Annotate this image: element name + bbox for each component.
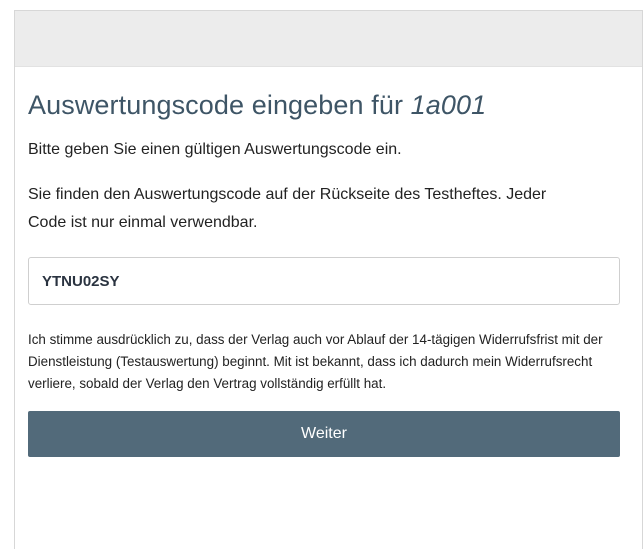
evaluation-code-input[interactable]: [28, 257, 620, 305]
consent-text: Ich stimme ausdrücklich zu, dass der Ver…: [28, 332, 603, 391]
hint-text: Sie finden den Auswertungscode auf der R…: [28, 186, 547, 231]
continue-button[interactable]: Weiter: [28, 411, 620, 457]
page-title: Auswertungscode eingeben für 1a001: [28, 87, 629, 123]
test-id: 1a001: [410, 90, 487, 120]
page-title-prefix: Auswertungscode eingeben für: [28, 90, 404, 120]
card-body: Auswertungscode eingeben für 1a001 Bitte…: [15, 67, 642, 457]
card-header: [15, 11, 642, 67]
intro-text: Bitte geben Sie einen gültigen Auswertun…: [28, 141, 402, 158]
code-entry-card: Auswertungscode eingeben für 1a001 Bitte…: [14, 10, 643, 549]
